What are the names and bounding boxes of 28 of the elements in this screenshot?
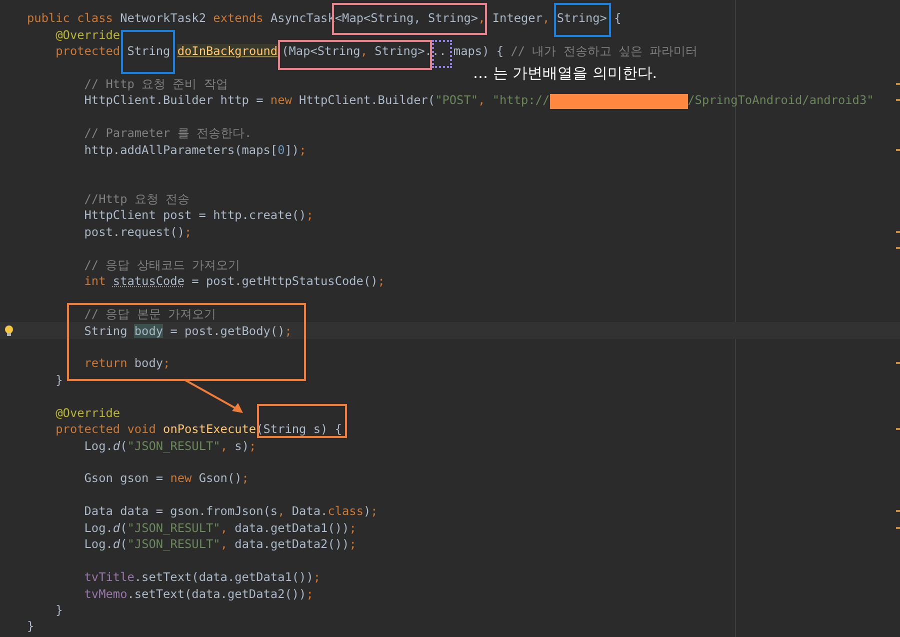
code-line: return body; [83, 355, 170, 372]
code-line: Log.d("JSON_RESULT", data.getData1()); [83, 520, 356, 536]
code-line: post.request(); [83, 224, 192, 240]
code-line: Data data = gson.fromJson(s, Data.class); [83, 503, 378, 520]
code-line: } [54, 372, 63, 388]
code-line: protected void onPostExecute(String s) { [54, 421, 342, 438]
code-line: Log.d("JSON_RESULT", s); [83, 438, 256, 454]
code-line: } [54, 602, 63, 618]
code-line: Log.d("JSON_RESULT", data.getData2()); [83, 536, 356, 552]
code-line: HttpClient.Builder http = new HttpClient.Builder("POST", "http:// /SpringToAndroid/android3" [83, 92, 874, 109]
code-line: // Parameter 를 전송한다. [83, 125, 252, 142]
code-line: int statusCode = post.getHttpStatusCode(); [83, 273, 385, 290]
code-line: // 응답 상태코드 가져오기 [83, 256, 240, 273]
code-line: @Override [54, 26, 120, 43]
annotation-arrow [184, 379, 243, 413]
code-line: // Http 요청 준비 작업 [83, 76, 228, 92]
lightbulb-icon[interactable] [4, 325, 14, 336]
code-line: http.addAllParameters(maps[0]); [83, 142, 306, 158]
code-line: } [27, 618, 34, 634]
code-line: HttpClient post = http.create(); [83, 207, 314, 224]
code-line: tvMemo.setText(data.getData2()); [83, 586, 314, 602]
code-line: // 응답 본문 가져오기 [83, 306, 216, 322]
code-line: tvTitle.setText(data.getData1()); [83, 569, 321, 586]
annotation-note: … 는 가변배열을 의미한다. [473, 64, 658, 83]
code-line: Gson gson = new Gson(); [83, 470, 249, 486]
code-line: //Http 요청 전송 [83, 191, 190, 208]
code-line: @Override [54, 404, 120, 421]
code-line: String body = post.getBody(); [83, 322, 292, 339]
